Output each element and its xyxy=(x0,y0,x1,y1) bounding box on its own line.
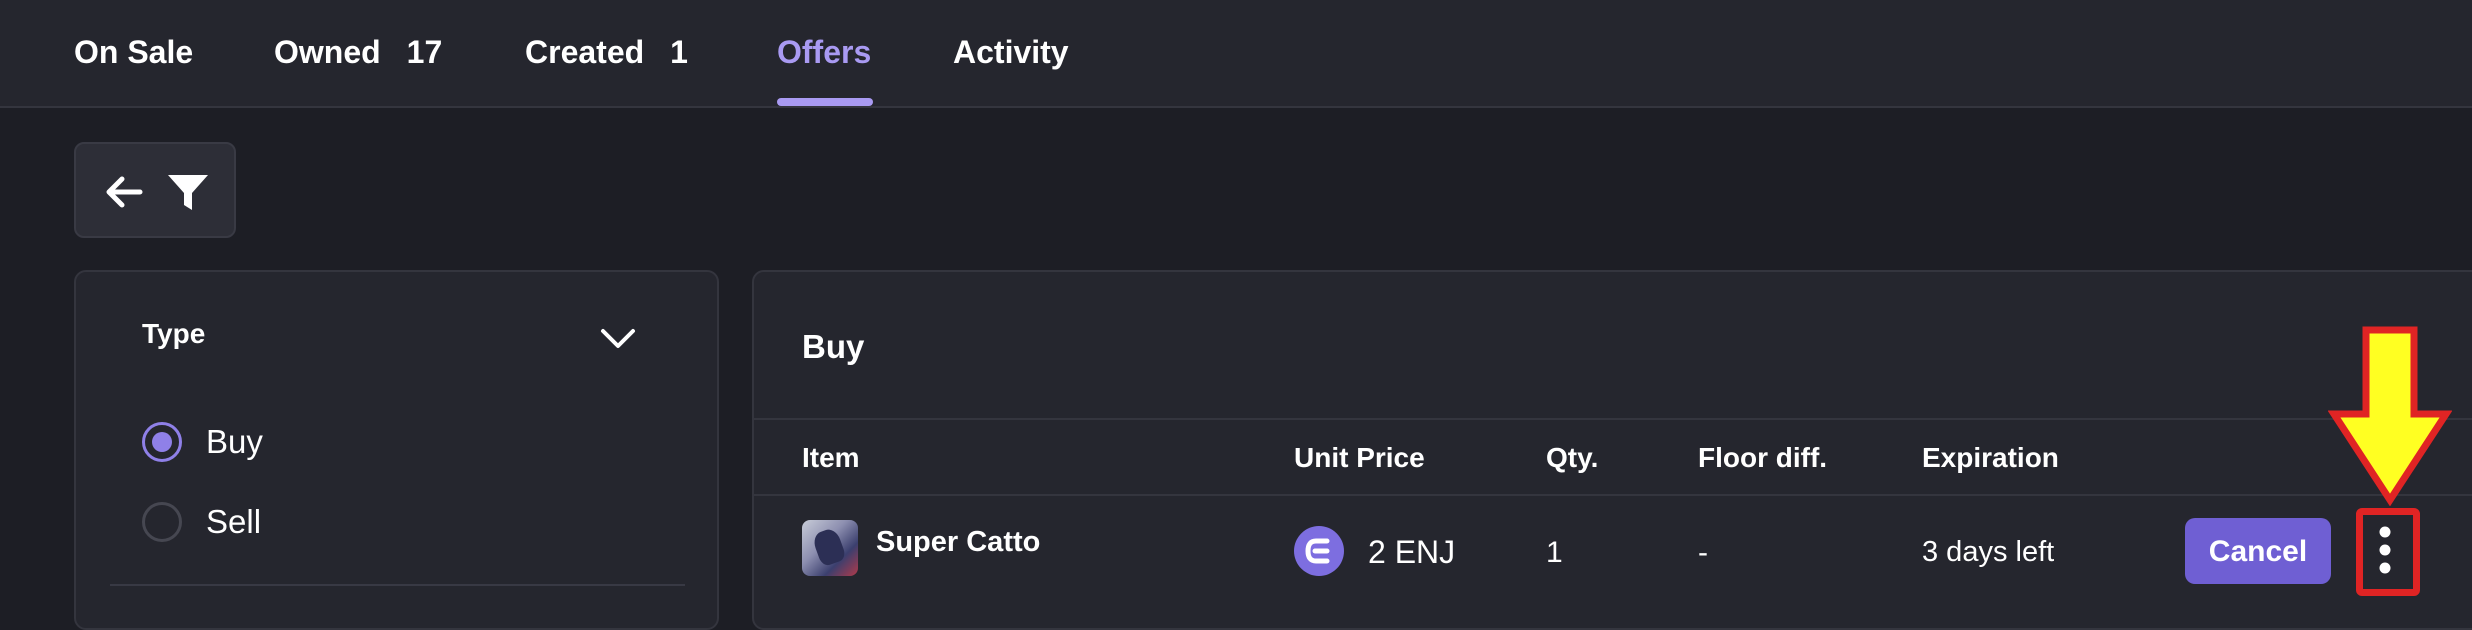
column-header-item: Item xyxy=(802,442,860,473)
offers-table-panel: Buy Item Unit Price Qty. Floor diff. Exp… xyxy=(752,270,2472,630)
filter-funnel-icon xyxy=(168,175,208,210)
unit-price: 2 ENJ xyxy=(1368,534,1456,570)
filter-toggle-button[interactable] xyxy=(74,142,236,238)
item-name[interactable]: Super Catto xyxy=(876,526,1040,559)
enjin-coin-icon xyxy=(1294,526,1344,576)
divider xyxy=(754,494,2472,496)
tab-count: 17 xyxy=(406,34,443,70)
active-tab-indicator xyxy=(777,98,873,106)
arrow-left-icon xyxy=(106,176,143,208)
tab-activity[interactable]: Activity xyxy=(953,30,1069,74)
offers-section-title: Buy xyxy=(802,328,865,365)
item-thumbnail[interactable] xyxy=(802,520,858,576)
tab-created[interactable]: Created 1 xyxy=(525,30,688,74)
column-header-qty: Qty. xyxy=(1546,442,1599,473)
tab-label: Created xyxy=(525,34,645,70)
quantity: 1 xyxy=(1546,536,1563,569)
expiration: 3 days left xyxy=(1922,536,2055,568)
column-header-expiration: Expiration xyxy=(1922,442,2059,473)
radio-label: Sell xyxy=(206,503,262,540)
floor-diff: - xyxy=(1698,536,1708,569)
filter-section-title: Type xyxy=(142,318,206,349)
tab-offers[interactable]: Offers xyxy=(777,30,871,74)
cancel-offer-button[interactable]: Cancel xyxy=(2185,518,2331,584)
tab-label: Offers xyxy=(777,34,872,70)
annotation-highlight-box xyxy=(2356,508,2420,596)
tab-label: Activity xyxy=(953,34,1069,70)
type-filter-panel: Type Buy Sell xyxy=(74,270,719,630)
divider xyxy=(754,418,2472,420)
tab-owned[interactable]: Owned 17 xyxy=(274,30,442,74)
tab-label: On Sale xyxy=(74,34,194,70)
annotation-arrow-icon xyxy=(2328,326,2452,506)
chevron-down-icon[interactable] xyxy=(600,328,636,350)
radio-button[interactable] xyxy=(142,502,182,542)
radio-label: Buy xyxy=(206,423,263,460)
tab-on-sale[interactable]: On Sale xyxy=(74,30,193,74)
tab-count: 1 xyxy=(670,34,688,70)
column-header-floor-diff: Floor diff. xyxy=(1698,442,1828,473)
radio-button[interactable] xyxy=(142,422,182,462)
tab-label: Owned xyxy=(274,34,381,70)
divider xyxy=(110,584,685,586)
column-header-unit-price: Unit Price xyxy=(1294,442,1425,473)
profile-tab-bar: On Sale Owned 17 Created 1 Offers Activity xyxy=(0,0,2472,108)
